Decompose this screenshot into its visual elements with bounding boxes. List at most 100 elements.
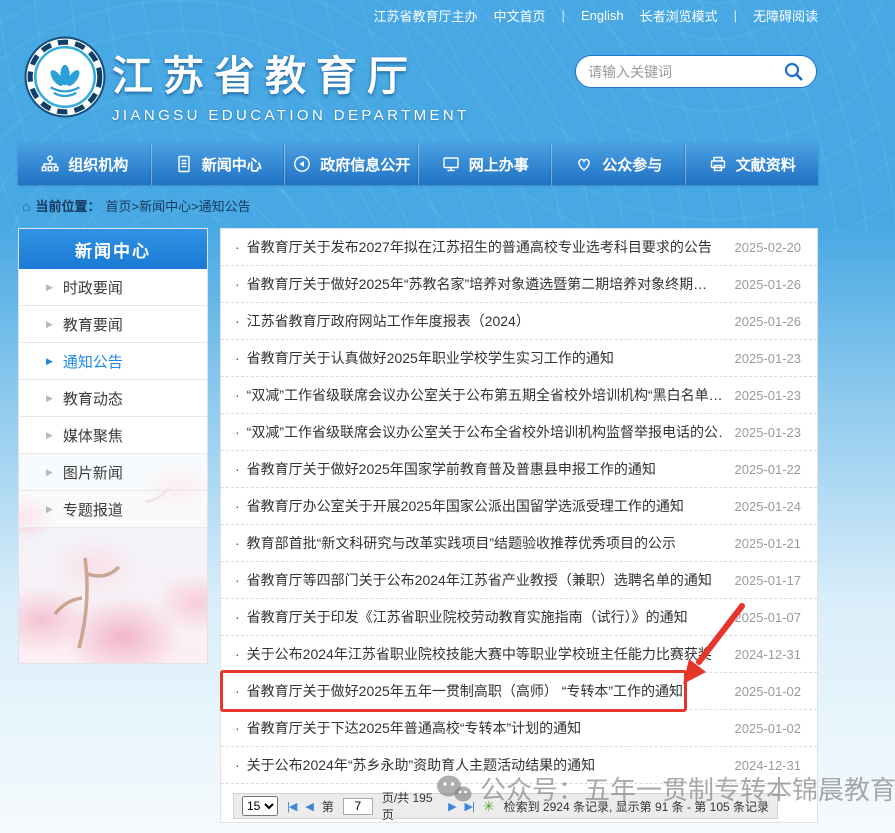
triangle-right-icon: ▶ [46,504,53,515]
nav-item-label: 新闻中心 [202,154,262,175]
list-item-highlighted: ·省教育厅关于做好2025年五年一贯制高职（高师） “专转本”工作的通知2025… [221,673,817,710]
triangle-right-icon: ▶ [46,467,53,478]
breadcrumb: ⌂ 当前位置： 首页>新闻中心>通知公告 [22,196,251,215]
list-item: ·省教育厅等四部门关于公布2024年江苏省产业教授（兼职）选聘名单的通知2025… [221,562,817,599]
notice-link[interactable]: 省教育厅关于印发《江苏省职业院校劳动教育实施指南（试行）》的通知 [247,607,723,627]
notice-date: 2025-01-22 [735,462,802,477]
sidebar-item-education-dynamics[interactable]: ▶ 教育动态 [19,380,207,417]
chinese-home-link[interactable]: 中文首页 [494,6,546,25]
notice-link[interactable]: 江苏省教育厅政府网站工作年度报表（2024） [247,311,723,331]
sidebar-item-label: 图片新闻 [63,462,123,483]
nav-item-online-service[interactable]: 网上办事 [419,143,553,185]
sidebar-item-photo-news[interactable]: ▶ 图片新闻 [19,454,207,491]
bullet-icon: · [235,646,240,662]
sidebar-item-label: 通知公告 [63,351,123,372]
bullet-icon: · [235,424,240,440]
notice-link[interactable]: 省教育厅关于认真做好2025年职业学校学生实习工作的通知 [247,348,723,368]
lotus-logo-icon [24,36,106,118]
sidebar-item-label: 时政要闻 [63,277,123,298]
sidebar-item-current-politics[interactable]: ▶ 时政要闻 [19,269,207,306]
next-page-button[interactable]: ▶ [448,800,455,813]
notice-date: 2025-02-20 [735,240,802,255]
notice-date: 2024-12-31 [735,758,802,773]
nav-item-label: 网上办事 [469,154,529,175]
bullet-icon: · [235,535,240,551]
list-item: ·省教育厅关于认真做好2025年职业学校学生实习工作的通知2025-01-23 [221,340,817,377]
list-item: ·关于公布2024年“苏乡永助”资助育人主题活动结果的通知2024-12-31 [221,747,817,784]
org-chart-icon [40,154,60,174]
main-nav: 组织机构 新闻中心 政府信息公开 网上办事 [18,143,818,185]
notice-link[interactable]: 省教育厅关于下达2025年普通高校“专转本”计划的通知 [247,718,723,738]
notice-link[interactable]: 省教育厅关于发布2027年拟在江苏招生的普通高校专业选考科目要求的公告 [247,237,723,257]
sidebar-news-center: 新闻中心 ▶ 时政要闻 ▶ 教育要闻 ▶ 通知公告 ▶ 教育动态 ▶ 媒体聚焦 … [18,228,208,664]
notice-list-panel: · 省教育厅关于发布2027年拟在江苏招生的普通高校专业选考科目要求的公告 2025… [220,228,818,823]
page-label-total: 页/共 195 页 [382,789,439,823]
list-item: · 教育部首批“新文科研究与改革实践项目”结题验收推荐优秀项目的公示 2025-01… [221,525,817,562]
nav-item-documents[interactable]: 文献资料 [686,143,819,185]
elder-mode-link[interactable]: 长者浏览模式 [640,6,718,25]
page-size-select[interactable]: 15 [242,796,278,816]
sidebar-item-special-reports[interactable]: ▶ 专题报道 [19,491,207,528]
notice-date: 2024-12-31 [735,647,802,662]
list-item: ·省教育厅关于发布2027年拟在江苏招生的普通高校专业选考科目要求的公告2025… [221,229,817,266]
notice-link[interactable]: 省教育厅关于做好2025年五年一贯制高职（高师） “专转本”工作的通知 [247,681,723,701]
host-link[interactable]: 江苏省教育厅主办 [374,6,478,25]
notice-link[interactable]: “双减”工作省级联席会议办公室关于公布第五期全省校外培训机构“黑白名单… [247,385,723,405]
nav-item-label: 公众参与 [602,154,662,175]
notice-date: 2025-01-24 [735,499,802,514]
refresh-icon[interactable]: ✳ [483,798,495,815]
notice-link[interactable]: 关于公布2024年江苏省职业院校技能大赛中等职业学校班主任能力比赛获奖 [247,644,723,664]
bullet-icon: · [235,609,240,625]
first-page-button[interactable]: |◀ [287,800,296,813]
nav-item-label: 文献资料 [736,154,796,175]
triangle-right-icon: ▶ [46,356,53,367]
notice-list: · 省教育厅关于发布2027年拟在江苏招生的普通高校专业选考科目要求的公告 2025… [221,229,817,784]
breadcrumb-path[interactable]: 首页>新闻中心>通知公告 [105,196,250,215]
page-number-input[interactable] [343,798,373,815]
notice-link[interactable]: 省教育厅关于做好2025年国家学前教育普及普惠县申报工作的通知 [247,459,723,479]
notice-date: 2025-01-02 [735,684,802,699]
sidebar-item-label: 媒体聚焦 [63,425,123,446]
sidebar-item-education-news[interactable]: ▶ 教育要闻 [19,306,207,343]
bullet-icon: · [235,313,240,329]
heart-icon [574,154,594,174]
bullet-icon: · [235,387,240,403]
accessibility-link[interactable]: 无障碍阅读 [753,6,818,25]
notice-link[interactable]: “双减”工作省级联席会议办公室关于公布全省校外培训机构监督举报电话的公… [247,422,723,442]
sidebar-item-label: 教育要闻 [63,314,123,335]
nav-item-public-participation[interactable]: 公众参与 [552,143,686,185]
notice-date: 2025-01-17 [735,573,802,588]
online-service-icon [441,154,461,174]
records-info: 检索到 2924 条记录, 显示第 91 条 - 第 105 条记录 [504,798,769,815]
notice-date: 2025-01-07 [735,610,802,625]
notice-link[interactable]: 关于公布2024年“苏乡永助”资助育人主题活动结果的通知 [247,755,723,775]
bullet-icon: · [235,461,240,477]
list-item: · 关于公布2024年江苏省职业院校技能大赛中等职业学校班主任能力比赛获奖 2024… [221,636,817,673]
prev-page-button[interactable]: ◀ [305,800,312,813]
notice-date: 2025-01-26 [735,314,802,329]
sidebar-item-notices[interactable]: ▶ 通知公告 [19,343,207,380]
search-input[interactable] [588,64,783,80]
search-button[interactable] [783,61,804,82]
sidebar-item-media-focus[interactable]: ▶ 媒体聚焦 [19,417,207,454]
info-disclosure-icon [292,154,312,174]
list-item: · 江苏省教育厅政府网站工作年度报表（2024） 2025-01-26 [221,303,817,340]
triangle-right-icon: ▶ [46,282,53,293]
top-links-bar: 江苏省教育厅主办 中文首页 | English 长者浏览模式 | 无障碍阅读 [374,0,818,30]
news-doc-icon [174,154,194,174]
nav-item-news-center[interactable]: 新闻中心 [152,143,286,185]
last-page-button[interactable]: ▶| [465,800,474,813]
english-link[interactable]: English [581,8,624,23]
notice-date: 2025-01-23 [735,425,802,440]
notice-link[interactable]: 省教育厅关于做好2025年“苏教名家”培养对象遴选暨第二期培养对象终期… [247,274,723,294]
notice-date: 2025-01-21 [735,536,802,551]
breadcrumb-label: 当前位置： [35,196,100,215]
nav-item-organization[interactable]: 组织机构 [18,143,152,185]
notice-link[interactable]: 教育部首批“新文科研究与改革实践项目”结题验收推荐优秀项目的公示 [247,533,723,553]
nav-item-info-disclosure[interactable]: 政府信息公开 [285,143,419,185]
list-item: ·“双减”工作省级联席会议办公室关于公布第五期全省校外培训机构“黑白名单…202… [221,377,817,414]
divider: | [562,8,565,23]
bullet-icon: · [235,350,240,366]
notice-link[interactable]: 省教育厅办公室关于开展2025年国家公派出国留学选派受理工作的通知 [247,496,723,516]
notice-link[interactable]: 省教育厅等四部门关于公布2024年江苏省产业教授（兼职）选聘名单的通知 [247,570,723,590]
